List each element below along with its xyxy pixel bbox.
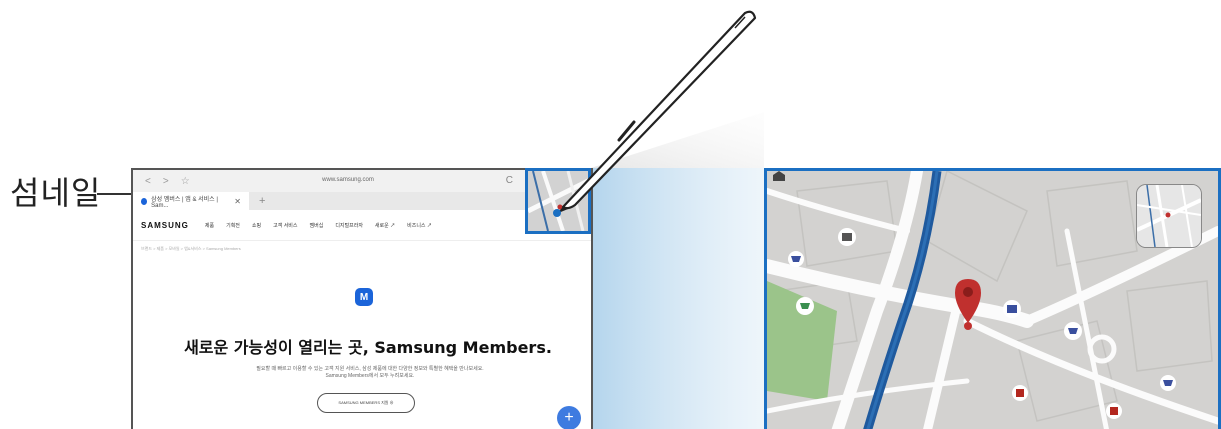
- magnified-map-view: [764, 168, 1221, 429]
- minimap-image: [1137, 185, 1201, 247]
- minimap-overview: [1136, 184, 1202, 248]
